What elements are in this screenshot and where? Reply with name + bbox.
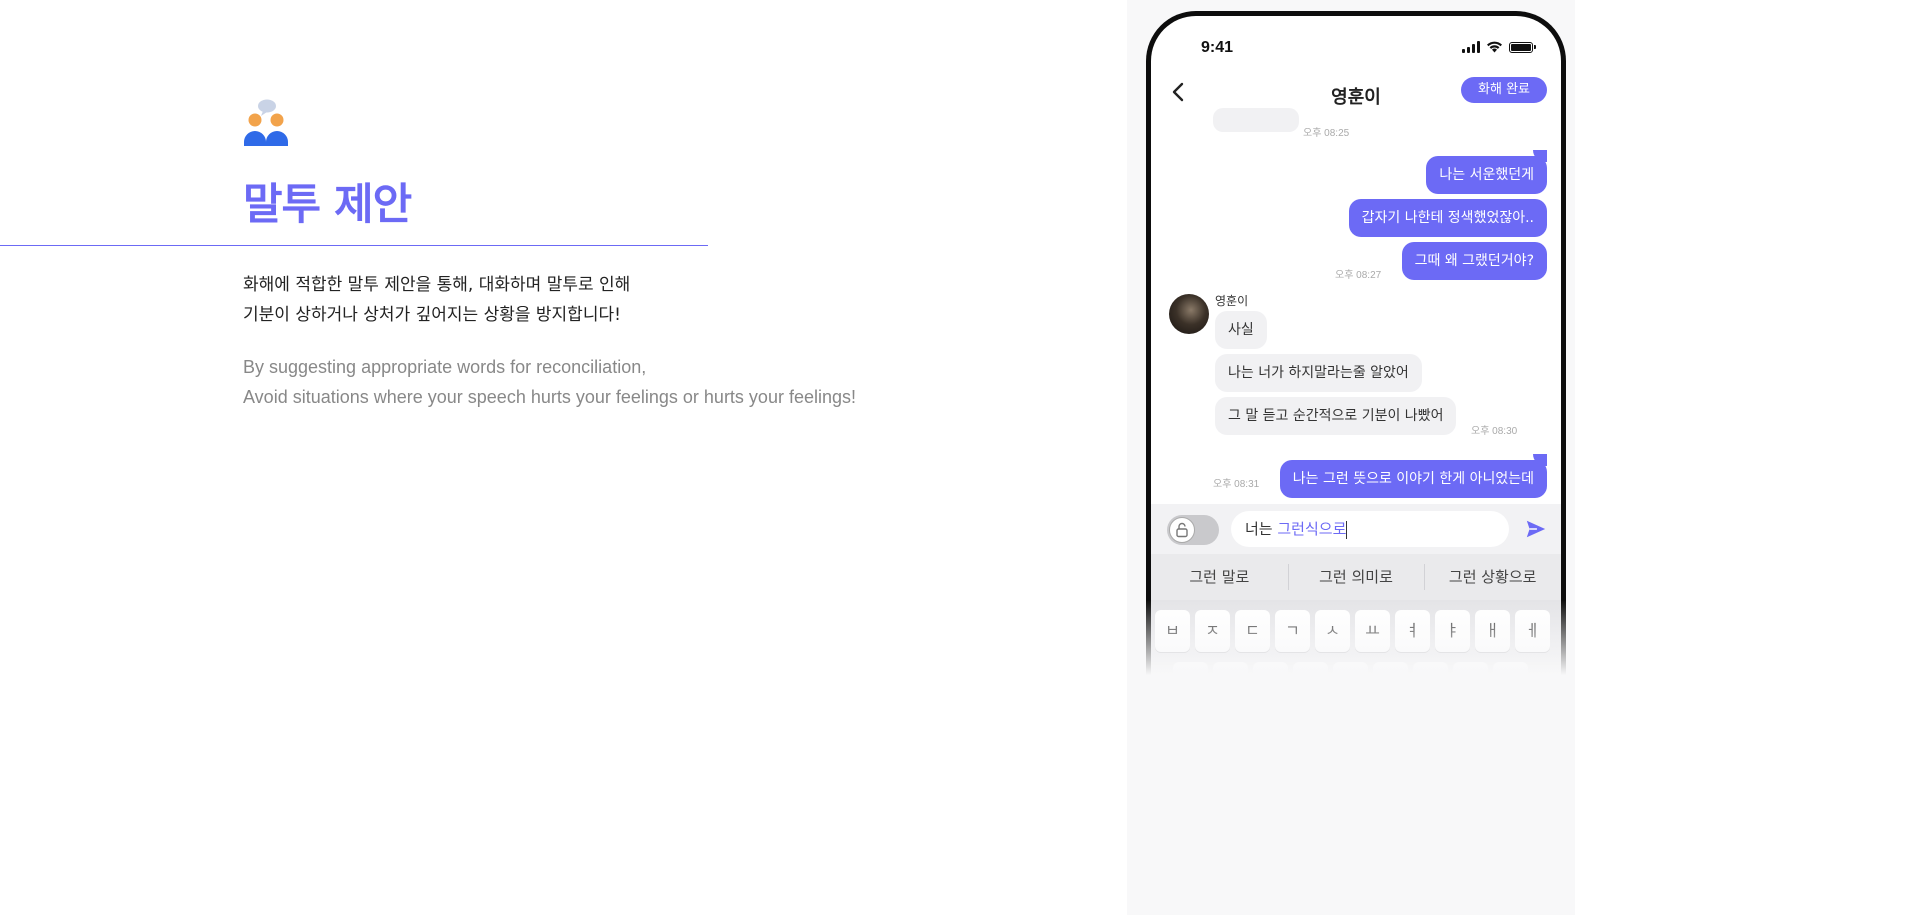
message-timestamp: 오후 08:30 — [1471, 426, 1518, 437]
status-bar: 9:41 — [1151, 16, 1561, 66]
message-list[interactable]: 오후 08:25 나는 서운했던게 갑자기 나한테 정색했었잖아.. 그때 왜 … — [1151, 108, 1561, 504]
description-line: 기분이 상하거나 상처가 깊어지는 상황을 방지합니다! — [243, 305, 621, 325]
their-message-bubble: 그 말 듣고 순간적으로 기분이 나빴어 — [1215, 397, 1457, 435]
my-message-bubble: 나는 서운했던게 — [1426, 150, 1547, 194]
tone-suggestion[interactable]: 그런 의미로 — [1287, 554, 1425, 600]
phone-mockup: 9:41 영훈이 화해 완료 오후 08:25 나는 서운했던게 갑자기 나한테… — [1146, 11, 1566, 696]
message-timestamp: 오후 08:31 — [1213, 479, 1260, 490]
tone-suggestion-bar: 그런 말로 그런 의미로 그런 상황으로 — [1151, 554, 1561, 600]
knob — [1169, 517, 1195, 543]
their-message-bubble: 사실 — [1215, 311, 1267, 349]
partial-message-bubble — [1213, 108, 1299, 132]
message-timestamp: 오후 08:25 — [1303, 128, 1350, 139]
message-timestamp: 오후 08:27 — [1335, 270, 1382, 281]
my-message-bubble: 나는 그런 뜻으로 이야기 한게 아니었는데 — [1279, 454, 1548, 498]
chat-header: 영훈이 화해 완료 — [1151, 72, 1561, 116]
my-message-bubble: 갑자기 나한테 정색했었잖아.. — [1348, 199, 1547, 237]
text-caret — [1346, 520, 1348, 539]
unlock-icon — [1176, 522, 1188, 538]
their-message-bubble: 나는 너가 하지말라는줄 알았어 — [1215, 354, 1422, 392]
people-speech-icon — [244, 99, 288, 146]
phone-fade-overlay — [1140, 600, 1570, 700]
reconcile-done-button[interactable]: 화해 완료 — [1461, 77, 1547, 103]
battery-icon — [1509, 41, 1536, 53]
feature-title: 말투 제안 — [243, 180, 412, 230]
description-korean: 화해에 적합한 말투 제안을 통해, 대화하며 말투로 인해 기분이 상하거나 … — [243, 270, 630, 330]
description-line: 화해에 적합한 말투 제안을 통해, 대화하며 말투로 인해 — [243, 275, 631, 295]
description-line: Avoid situations where your speech hurts… — [243, 387, 856, 407]
status-time: 9:41 — [1201, 39, 1234, 56]
typed-text-highlight: 그런식으로 — [1277, 520, 1347, 538]
tone-suggestion[interactable]: 그런 상황으로 — [1424, 554, 1561, 600]
tone-suggestion[interactable]: 그런 말로 — [1151, 554, 1288, 600]
status-icons — [1462, 40, 1536, 54]
message-input-bar: 너는 그런식으로 — [1151, 504, 1561, 554]
wifi-icon — [1487, 41, 1502, 53]
typed-text: 너는 — [1245, 520, 1278, 538]
sender-name: 영훈이 — [1215, 294, 1249, 308]
description-english: By suggesting appropriate words for reco… — [243, 352, 856, 412]
avatar[interactable] — [1169, 294, 1209, 334]
divider — [0, 245, 708, 246]
description-line: By suggesting appropriate words for reco… — [243, 357, 647, 377]
message-input[interactable]: 너는 그런식으로 — [1231, 511, 1509, 547]
signal-icon — [1462, 41, 1480, 53]
lock-toggle[interactable] — [1167, 515, 1219, 545]
my-message-bubble: 그때 왜 그랬던거야? — [1401, 242, 1547, 280]
send-icon[interactable] — [1525, 518, 1547, 540]
